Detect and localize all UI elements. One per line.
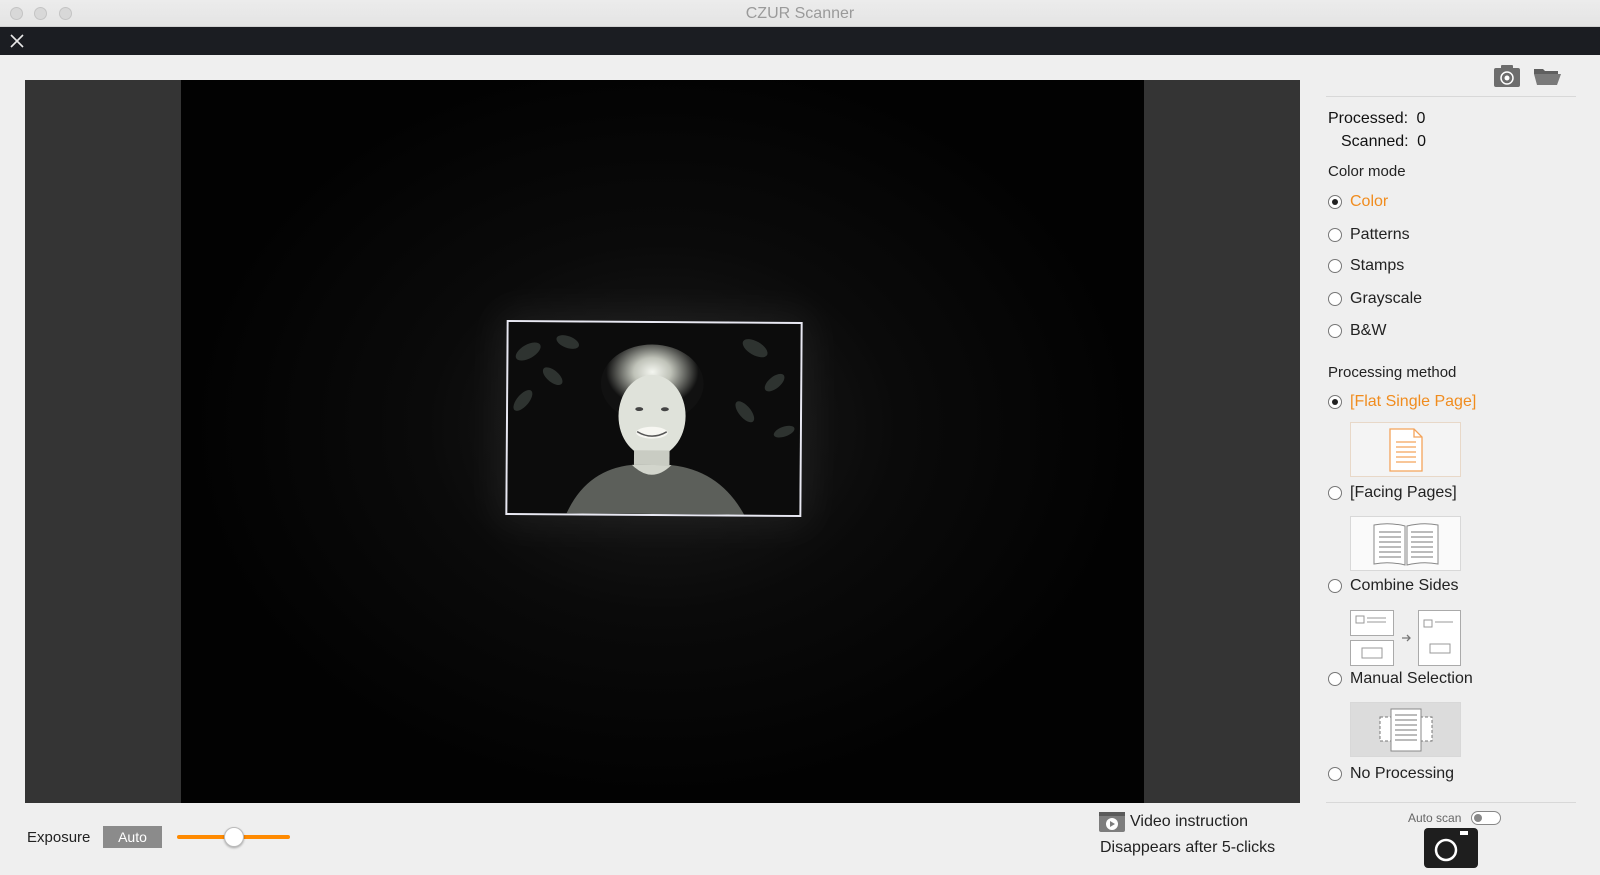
camera-feed (181, 80, 1144, 803)
radio-button[interactable] (1328, 767, 1342, 781)
window-title: CZUR Scanner (745, 5, 855, 22)
method-option-manual-selection[interactable]: Manual Selection (1328, 670, 1473, 688)
auto-scan-control: Auto scan (1408, 811, 1502, 825)
method-option-facing-pages[interactable]: [Facing Pages] (1328, 484, 1457, 502)
radio-label: Patterns (1350, 226, 1410, 243)
flat-single-page-thumbnail[interactable] (1350, 422, 1461, 477)
radio-button[interactable] (1328, 579, 1342, 593)
open-book-icon (1373, 522, 1438, 566)
scan-button[interactable] (1424, 828, 1478, 868)
radio-label: Stamps (1350, 257, 1405, 274)
single-page-icon (1388, 427, 1423, 472)
radio-label: B&W (1350, 322, 1387, 339)
exposure-label: Exposure (27, 829, 91, 846)
radio-label: No Processing (1350, 765, 1455, 782)
facing-pages-thumbnail[interactable] (1350, 516, 1461, 571)
color-mode-title: Color mode (1328, 163, 1406, 180)
scanned-photo (505, 319, 803, 518)
combine-sides-thumbnail[interactable] (1350, 610, 1461, 666)
radio-label: Color (1350, 193, 1389, 210)
method-option-combine-sides[interactable]: Combine Sides (1328, 577, 1459, 595)
scan-preview-area (25, 80, 1300, 803)
radio-button[interactable] (1328, 672, 1342, 686)
exposure-slider-thumb[interactable] (223, 827, 244, 847)
top-bar (0, 27, 1600, 55)
right-toolbar (1493, 64, 1561, 88)
processing-method-title: Processing method (1328, 364, 1457, 381)
radio-label: Grayscale (1350, 290, 1423, 307)
close-icon[interactable] (8, 32, 26, 50)
method-option-no-processing[interactable]: No Processing (1328, 765, 1454, 783)
color-mode-option-color[interactable]: Color (1328, 193, 1388, 211)
color-mode-option-patterns[interactable]: Patterns (1328, 226, 1410, 244)
video-instruction-label: Video instruction (1130, 813, 1248, 830)
method-option-flat-single-page[interactable]: [Flat Single Page] (1328, 393, 1476, 411)
processed-stat: Processed: 0 (1328, 110, 1425, 128)
video-instruction-link[interactable]: Video instruction (1098, 811, 1248, 833)
camera-settings-icon[interactable] (1493, 64, 1521, 88)
color-mode-option-bw[interactable]: B&W (1328, 322, 1386, 340)
radio-label: [Facing Pages] (1350, 484, 1457, 501)
color-mode-option-stamps[interactable]: Stamps (1328, 257, 1404, 275)
radio-button[interactable] (1328, 259, 1342, 273)
video-hint: Disappears after 5-clicks (1100, 839, 1276, 856)
processed-value: 0 (1416, 110, 1426, 127)
scanned-value: 0 (1417, 133, 1426, 150)
panel-divider-bottom (1326, 802, 1576, 803)
scanned-stat: Scanned: 0 (1341, 133, 1426, 151)
radio-button[interactable] (1328, 195, 1342, 209)
manual-selection-thumbnail[interactable] (1350, 702, 1461, 757)
video-play-icon (1099, 812, 1125, 832)
window-titlebar: CZUR Scanner (0, 0, 1600, 27)
color-mode-option-grayscale[interactable]: Grayscale (1328, 290, 1422, 308)
radio-label: Manual Selection (1350, 670, 1473, 687)
camera-icon (1434, 831, 1468, 862)
open-folder-icon[interactable] (1533, 64, 1561, 88)
radio-button[interactable] (1328, 324, 1342, 338)
exposure-slider[interactable] (177, 827, 290, 847)
scanned-label: Scanned: (1341, 133, 1409, 150)
radio-button[interactable] (1328, 292, 1342, 306)
panel-divider-top (1326, 96, 1576, 97)
exposure-auto-button[interactable]: Auto (103, 826, 162, 848)
radio-button[interactable] (1328, 486, 1342, 500)
manual-crop-icon (1379, 708, 1432, 751)
radio-button[interactable] (1328, 395, 1342, 409)
radio-label: [Flat Single Page] (1350, 393, 1477, 410)
processed-label: Processed: (1328, 110, 1409, 127)
auto-scan-label: Auto scan (1408, 811, 1462, 825)
radio-label: Combine Sides (1350, 577, 1459, 594)
auto-scan-toggle[interactable] (1471, 811, 1502, 825)
radio-button[interactable] (1328, 228, 1342, 242)
